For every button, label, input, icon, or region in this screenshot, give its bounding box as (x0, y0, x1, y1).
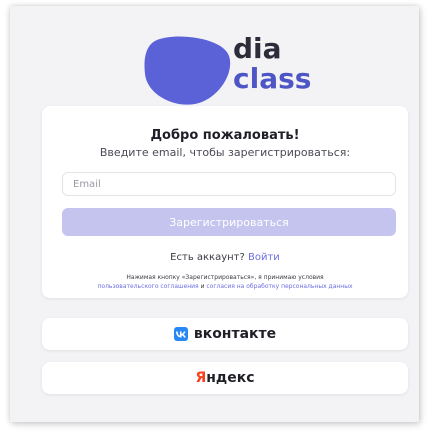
brand-word-dia: dia (233, 32, 282, 65)
signup-card: Добро пожаловать! Введите email, чтобы з… (42, 106, 408, 298)
signup-subtitle: Введите email, чтобы зарегистрироваться: (99, 146, 351, 159)
app-window: dia class Добро пожаловать! Введите emai… (10, 6, 419, 422)
yandex-rest: ндекс (206, 370, 255, 386)
legal-and: и (200, 283, 205, 290)
account-prompt: Есть аккаунт? Войти (42, 252, 408, 263)
brand-logo: dia class (143, 28, 323, 108)
yandex-label: Яндекс (195, 370, 254, 386)
legal-notice: Нажимая кнопку «Зарегистрироваться», я п… (42, 273, 408, 291)
account-question: Есть аккаунт? (170, 252, 245, 263)
consent-link[interactable]: согласия на обработку персональных данны… (206, 283, 352, 290)
brand-word-class: class (233, 62, 312, 95)
email-input[interactable] (62, 172, 396, 196)
terms-link[interactable]: пользовательского соглашения (97, 283, 198, 290)
legal-prefix: Нажимая кнопку «Зарегистрироваться», я п… (126, 274, 324, 281)
yandex-first-letter: Я (195, 370, 207, 386)
vk-logo-icon (173, 327, 188, 341)
vk-login-button[interactable]: вконтакте (42, 318, 408, 350)
register-button[interactable]: Зарегистрироваться (62, 208, 396, 236)
vk-label: вконтакте (193, 326, 277, 342)
login-link[interactable]: Войти (248, 252, 280, 263)
welcome-title: Добро пожаловать! (150, 128, 300, 143)
brand-blob-icon (144, 36, 231, 105)
yandex-login-button[interactable]: Яндекс (42, 362, 408, 394)
vk-glyph-icon (175, 331, 186, 337)
